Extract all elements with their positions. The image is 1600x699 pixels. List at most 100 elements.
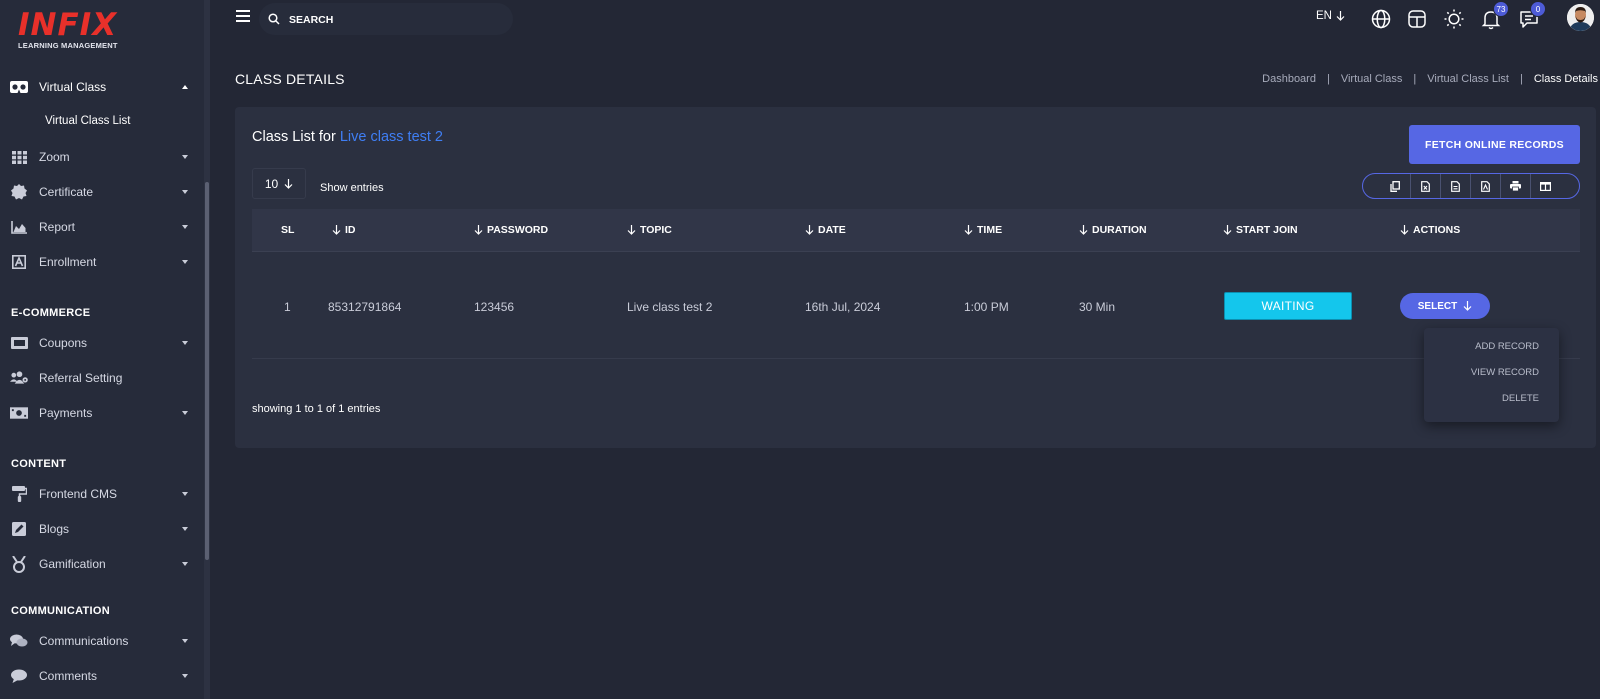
sidebar-item-enrollment[interactable]: Enrollment bbox=[0, 245, 200, 279]
sidebar-item-label: Comments bbox=[39, 669, 98, 683]
sidebar-item-communications[interactable]: Communications bbox=[0, 624, 200, 658]
arrow-down-icon bbox=[1463, 301, 1472, 311]
search-placeholder: SEARCH bbox=[289, 14, 334, 26]
sidebar-item-label: Certificate bbox=[39, 185, 94, 199]
menu-item-view-record[interactable]: VIEW RECORD bbox=[1471, 367, 1539, 378]
column-header-start-join[interactable]: START JOIN bbox=[1223, 224, 1298, 236]
excel-export-button[interactable] bbox=[1410, 174, 1440, 198]
sidebar-item-label: Virtual Class bbox=[39, 80, 107, 94]
search-input[interactable]: SEARCH bbox=[259, 3, 513, 35]
pdf-export-button[interactable] bbox=[1470, 174, 1500, 198]
arrow-down-icon bbox=[1336, 11, 1345, 21]
sidebar-item-frontend-cms[interactable]: Frontend CMS bbox=[0, 477, 200, 511]
class-list-card: Class List for Live class test 2 FETCH O… bbox=[235, 107, 1596, 448]
breadcrumb-virtual-class-list[interactable]: Virtual Class List bbox=[1427, 73, 1509, 85]
column-header-duration[interactable]: DURATION bbox=[1079, 224, 1147, 236]
cell-topic: Live class test 2 bbox=[627, 300, 713, 314]
export-button-group bbox=[1362, 173, 1580, 199]
csv-export-button[interactable] bbox=[1440, 174, 1470, 198]
column-header-label: PASSWORD bbox=[487, 224, 549, 236]
sidebar-item-virtual-class[interactable]: Virtual Class bbox=[0, 70, 200, 104]
sidebar-item-label: Enrollment bbox=[39, 255, 97, 269]
ticket-icon bbox=[10, 335, 28, 351]
globe-icon[interactable] bbox=[1370, 8, 1392, 30]
entries-per-page-select[interactable]: 10 bbox=[252, 168, 306, 199]
showing-entries-info: showing 1 to 1 of 1 entries bbox=[252, 403, 381, 415]
menu-toggle-icon[interactable] bbox=[236, 10, 250, 22]
column-header-label: TIME bbox=[977, 224, 1003, 236]
area-chart-icon bbox=[10, 219, 28, 235]
sidebar-item-report[interactable]: Report bbox=[0, 210, 200, 244]
menu-item-add-record[interactable]: ADD RECORD bbox=[1475, 341, 1539, 352]
column-header-topic[interactable]: TOPIC bbox=[627, 224, 672, 236]
copy-icon bbox=[1390, 180, 1400, 192]
chevron-up-icon bbox=[182, 85, 188, 89]
language-selector[interactable]: EN bbox=[1316, 10, 1345, 22]
column-header-label: ACTIONS bbox=[1413, 224, 1461, 236]
sidebar-item-label: Report bbox=[39, 220, 76, 234]
user-avatar[interactable] bbox=[1567, 4, 1594, 31]
fetch-online-records-button[interactable]: FETCH ONLINE RECORDS bbox=[1409, 125, 1580, 164]
users-gear-icon bbox=[10, 370, 28, 386]
column-header-date[interactable]: DATE bbox=[805, 224, 846, 236]
sidebar-item-comments[interactable]: Comments bbox=[0, 659, 200, 693]
sidebar-item-blogs[interactable]: Blogs bbox=[0, 512, 200, 546]
cell-duration: 30 Min bbox=[1079, 300, 1116, 314]
layout-icon[interactable] bbox=[1406, 8, 1428, 30]
column-visibility-button[interactable] bbox=[1530, 174, 1560, 198]
copy-button[interactable] bbox=[1380, 174, 1410, 198]
section-title-content: CONTENT bbox=[11, 458, 67, 470]
breadcrumb: Dashboard | Virtual Class | Virtual Clas… bbox=[1262, 73, 1598, 85]
sort-arrow-icon bbox=[1400, 225, 1409, 235]
sidebar-item-label: Referral Setting bbox=[39, 371, 123, 385]
sort-arrow-icon bbox=[332, 225, 341, 235]
breadcrumb-dashboard[interactable]: Dashboard bbox=[1262, 73, 1316, 85]
excel-icon bbox=[1421, 180, 1430, 192]
menu-item-delete[interactable]: DELETE bbox=[1502, 393, 1539, 404]
columns-icon bbox=[1540, 181, 1551, 191]
sun-theme-icon[interactable] bbox=[1443, 8, 1465, 30]
entries-value: 10 bbox=[264, 176, 279, 191]
column-header-password[interactable]: PASSWORD bbox=[474, 224, 548, 236]
waiting-button[interactable]: WAITING bbox=[1224, 292, 1352, 320]
sidebar-subitem-virtual-class-list[interactable]: Virtual Class List bbox=[45, 115, 130, 127]
chevron-down-icon bbox=[182, 341, 188, 345]
sidebar-item-referral-setting[interactable]: Referral Setting bbox=[0, 361, 200, 395]
breadcrumb-separator: | bbox=[1519, 73, 1523, 85]
sort-arrow-icon bbox=[964, 225, 973, 235]
select-label: SELECT bbox=[1417, 300, 1458, 312]
page-title: CLASS DETAILS bbox=[235, 71, 345, 87]
cell-time: 1:00 PM bbox=[964, 300, 1009, 314]
sidebar-scrollbar-thumb[interactable] bbox=[205, 182, 209, 560]
chevron-down-icon bbox=[182, 527, 188, 531]
chevron-down-icon bbox=[182, 190, 188, 194]
language-label: EN bbox=[1316, 10, 1332, 22]
sort-arrow-icon bbox=[1223, 225, 1232, 235]
sidebar-item-zoom[interactable]: Zoom bbox=[0, 140, 200, 174]
certificate-badge-icon bbox=[10, 184, 28, 200]
column-header-time[interactable]: TIME bbox=[964, 224, 1002, 236]
sidebar-item-certificate[interactable]: Certificate bbox=[0, 175, 200, 209]
messages-badge: 0 bbox=[1530, 1, 1546, 17]
breadcrumb-current: Class Details bbox=[1533, 73, 1598, 85]
sidebar-item-coupons[interactable]: Coupons bbox=[0, 326, 200, 360]
breadcrumb-virtual-class[interactable]: Virtual Class bbox=[1341, 73, 1403, 85]
chevron-down-icon bbox=[182, 562, 188, 566]
sidebar-item-gamification[interactable]: Gamification bbox=[0, 547, 200, 581]
logo-subtitle: LEARNING MANAGEMENT bbox=[18, 41, 118, 50]
column-header-sl[interactable]: SL bbox=[281, 224, 294, 236]
print-button[interactable] bbox=[1500, 174, 1530, 198]
column-header-actions[interactable]: ACTIONS bbox=[1400, 224, 1460, 236]
enrollment-icon bbox=[10, 254, 28, 270]
cell-date: 16th Jul, 2024 bbox=[805, 300, 881, 314]
sidebar-item-label: Frontend CMS bbox=[39, 487, 118, 501]
card-title: Class List for Live class test 2 bbox=[252, 129, 443, 145]
breadcrumb-separator: | bbox=[1326, 73, 1330, 85]
csv-icon bbox=[1451, 180, 1460, 192]
logo[interactable]: INFIX LEARNING MANAGEMENT bbox=[18, 10, 118, 51]
column-header-id[interactable]: ID bbox=[332, 224, 356, 236]
card-title-class-name[interactable]: Live class test 2 bbox=[340, 129, 443, 145]
sidebar-item-payments[interactable]: Payments bbox=[0, 396, 200, 430]
actions-select-button[interactable]: SELECT bbox=[1400, 293, 1490, 319]
column-header-label: TOPIC bbox=[640, 224, 672, 236]
